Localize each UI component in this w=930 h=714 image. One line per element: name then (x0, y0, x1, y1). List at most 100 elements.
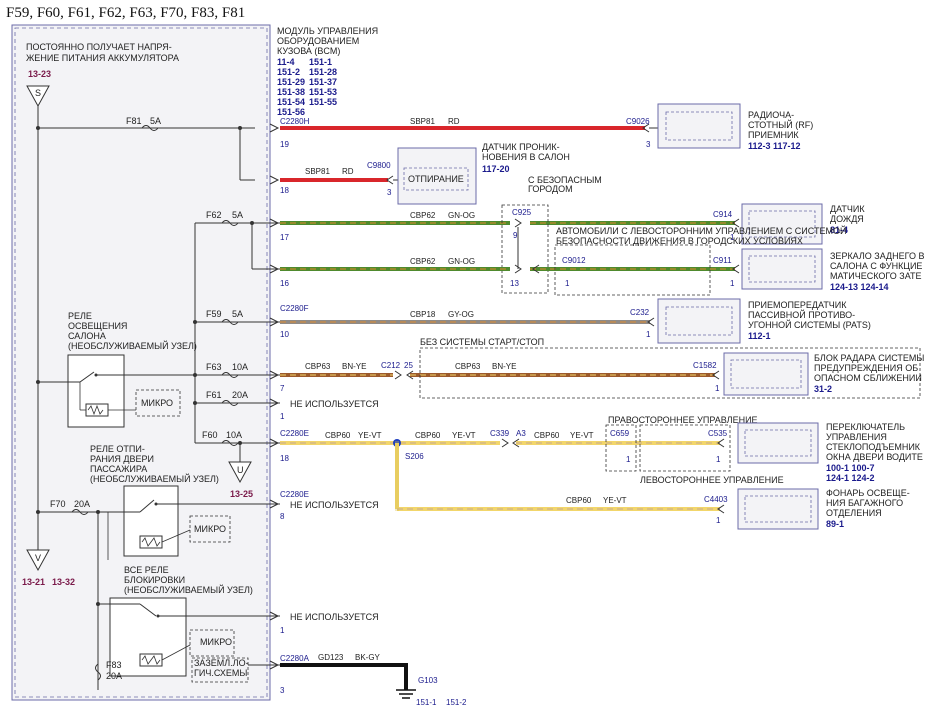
fuse-f59-name: F59 (206, 309, 222, 319)
c911: C911 (713, 256, 732, 265)
c9026: C9026 (626, 117, 650, 126)
wire8-circuit: CBP60 (566, 496, 592, 505)
rf-receiver-label: РАДИОЧА- СТОТНЫЙ (RF) ПРИЕМНИК (748, 110, 816, 140)
pin-8: 8 (280, 512, 285, 521)
window-switch-box (737, 422, 819, 464)
fuse-f81-amp: 5A (150, 116, 161, 126)
c2280a: C2280A (280, 654, 310, 663)
wire2-color: RD (342, 167, 354, 176)
c925-pin-b: 13 (510, 279, 519, 288)
window-switch-label: ПЕРЕКЛЮЧАТЕЛЬ УПРАВЛЕНИЯ СТЕКЛОПОДЪЕМНИК… (826, 422, 923, 462)
micro-label-3: МИКРО (200, 637, 232, 647)
battery-ref: 13-23 (28, 69, 51, 79)
c4403: C4403 (704, 495, 728, 504)
c659-pin: 1 (626, 455, 631, 464)
pin-17: 17 (280, 233, 289, 242)
wire6b-circuit: CBP63 (455, 362, 481, 371)
pin-19: 19 (280, 140, 289, 149)
c9800: C9800 (367, 161, 391, 170)
c4403-pin: 1 (716, 516, 721, 525)
fuse-f70-amp: 20A (74, 499, 90, 509)
wire7c-color: YE-VT (570, 431, 594, 440)
city-safety-label: С БЕЗОПАСНЫМ ГОРОДОМ (528, 175, 604, 194)
u-label: U (237, 465, 244, 475)
wire9-circuit: GD123 (318, 653, 344, 662)
fuse-f61-name: F61 (206, 390, 222, 400)
c535: C535 (708, 429, 728, 438)
radar-label: БЛОК РАДАРА СИСТЕМЫ ПРЕДУПРЕЖДЕНИЯ ОБ ОП… (814, 353, 927, 383)
not-used-2: НЕ ИСПОЛЬЗУЕТСЯ (290, 500, 379, 510)
ground-ref-2: 151-2 (446, 698, 467, 707)
svg-text:151-54: 151-54 (277, 97, 305, 107)
rhd-label: ПРАВОСТОРОННЕЕ УПРАВЛЕНИЕ (608, 415, 758, 425)
wire4-circuit: CBP62 (410, 257, 436, 266)
unlock-label: ОТПИРАНИЕ (408, 174, 464, 184)
micro-label-2: МИКРО (194, 524, 226, 534)
city-safety-frame (501, 204, 549, 294)
wire4-color: GN-OG (448, 257, 475, 266)
wire7a-circuit: CBP60 (325, 431, 351, 440)
c2280f: C2280F (280, 304, 309, 313)
c1582-pin: 1 (715, 384, 720, 393)
mirror-label: ЗЕРКАЛО ЗАДНЕГО В САЛОНА С ФУНКЦИЕ МАТИЧ… (830, 251, 927, 281)
svg-text:151-28: 151-28 (309, 67, 337, 77)
svg-text:151-1: 151-1 (309, 57, 332, 67)
wire2-circuit: SBP81 (305, 167, 330, 176)
fuse-f81-name: F81 (126, 116, 142, 126)
c2280h: C2280H (280, 117, 310, 126)
fuse-f63-name: F63 (206, 362, 222, 372)
lhd-label: ЛЕВОСТОРОННЕЕ УПРАВЛЕНИЕ (640, 475, 784, 485)
trunk-lamp-ref: 89-1 (826, 519, 844, 529)
wire9-color: BK-GY (355, 653, 381, 662)
rf-receiver-box (657, 103, 741, 149)
mirror-refs: 124-13 124-14 (830, 282, 889, 292)
window-switch-refs: 100-1 100-7 124-1 124-2 (826, 463, 877, 483)
c339-pin: A3 (516, 429, 526, 438)
wire5-color: GY-OG (448, 310, 474, 319)
intrusion-label: ДАТЧИК ПРОНИК- НОВЕНИЯ В САЛОН (482, 142, 570, 162)
mirror-box (741, 248, 823, 290)
rain-sensor-label: ДАТЧИК ДОЖДЯ (830, 204, 867, 224)
fuse-f61-amp: 20A (232, 390, 248, 400)
c9012-pin: 1 (565, 279, 570, 288)
c1582: C1582 (693, 361, 717, 370)
pats-ref: 112-1 (748, 331, 771, 341)
ground-logic-label: ЗАЗЕМЛ.ЛО- ГИЧ.СХЕМЫ (194, 658, 251, 678)
rf-receiver-refs: 112-3 117-12 (748, 141, 801, 151)
c232: C232 (630, 308, 650, 317)
c212: C212 (381, 361, 401, 370)
fuse-f62-name: F62 (206, 210, 222, 220)
u-ref: 13-25 (230, 489, 253, 499)
c925-pin-a: 9 (513, 231, 518, 240)
diagram-title: F59, F60, F61, F62, F63, F70, F83, F81 (6, 5, 245, 21)
c212-pin: 25 (404, 361, 413, 370)
svg-text:151-37: 151-37 (309, 77, 337, 87)
c9012: C9012 (562, 256, 586, 265)
svg-text:11-4: 11-4 (277, 57, 295, 67)
svg-text:151-2: 151-2 (277, 67, 300, 77)
c925: C925 (512, 208, 532, 217)
svg-text:151-56: 151-56 (277, 107, 305, 117)
fuse-f60-amp: 10A (226, 430, 242, 440)
bcm-refs: 11-4 151-1 151-2 151-28 151-29 151-37 151-3… (277, 57, 337, 117)
fuse-f70-name: F70 (50, 499, 66, 509)
c2280e-2: C2280E (280, 490, 309, 499)
pin-1b: 1 (280, 626, 285, 635)
wiring-diagram: F59, F60, F61, F62, F63, F70, F83, F81 П… (6, 5, 927, 707)
c9026-pin: 3 (646, 140, 651, 149)
wire1-color: RD (448, 117, 460, 126)
fuse-f60-name: F60 (202, 430, 218, 440)
wire7b-circuit: CBP60 (415, 431, 441, 440)
g103: G103 (418, 676, 438, 685)
wire6a-color: BN-YE (342, 362, 366, 371)
v-ref-2: 13-32 (52, 577, 75, 587)
trunk-lamp-label: ФОНАРЬ ОСВЕЩЕ- НИЯ БАГАЖНОГО ОТДЕЛЕНИЯ (826, 488, 912, 518)
wire1-circuit: SBP81 (410, 117, 435, 126)
intrusion-ref: 117-20 (482, 164, 510, 174)
wire6b-color: BN-YE (492, 362, 516, 371)
wire7b-color: YE-VT (452, 431, 476, 440)
c914: C914 (713, 210, 733, 219)
bcm-label: МОДУЛЬ УПРАВЛЕНИЯ ОБОРУДОВАНИЕМ КУЗОВА (… (277, 26, 381, 56)
v-label: V (35, 553, 41, 563)
wire3-circuit: CBP62 (410, 211, 436, 220)
